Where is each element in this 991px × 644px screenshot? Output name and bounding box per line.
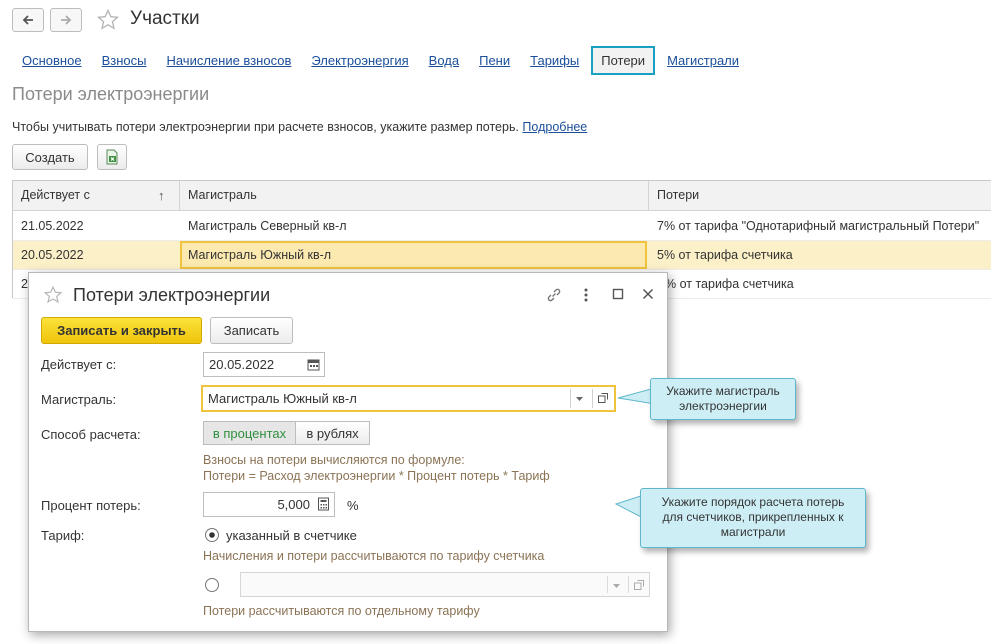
chevron-down-icon[interactable] [612, 581, 621, 590]
cell-line: Магистраль Северный кв-л [188, 219, 347, 233]
method-rub-toggle[interactable]: в рублях [296, 421, 370, 445]
percent-label: Процент потерь: [41, 498, 141, 513]
line-label: Магистраль: [41, 392, 117, 407]
cell-loss: 7% от тарифа "Однотарифный магистральный… [657, 219, 980, 233]
losses-dialog: Потери электроэнергии Записать и закрыть… [28, 272, 668, 632]
field-divider [570, 389, 571, 408]
tariff-note-meter: Начисления и потери рассчитываются по та… [203, 549, 545, 563]
field-divider [628, 576, 629, 593]
tab-penalties[interactable]: Пени [479, 53, 510, 68]
radio-unselected-icon[interactable] [204, 577, 220, 593]
arrow-left-icon [22, 15, 33, 25]
table-header: Действует с ↑ Магистраль Потери [13, 181, 991, 211]
cell-loss: % от тарифа счетчика [665, 277, 794, 291]
sort-ascending-icon: ↑ [158, 188, 165, 203]
column-header-date[interactable]: Действует с [13, 181, 179, 210]
table-row-selected[interactable]: 20.05.2022 Магистраль Южный кв-л 5% от т… [13, 241, 991, 270]
forward-button[interactable] [50, 8, 82, 32]
tab-fee-accrual[interactable]: Начисление взносов [166, 53, 291, 68]
arrow-right-icon [61, 15, 72, 25]
tab-losses[interactable]: Потери [591, 45, 656, 75]
hint-text: Чтобы учитывать потери электроэнергии пр… [12, 120, 519, 134]
callout-line-hint: Укажите магистраль электроэнергии [650, 378, 796, 420]
open-icon[interactable] [633, 579, 645, 591]
percent-value: 5,000 [277, 497, 310, 512]
save-and-close-button[interactable]: Записать и закрыть [41, 317, 202, 344]
open-icon[interactable] [597, 392, 609, 404]
radio-selected-icon[interactable] [204, 527, 220, 543]
tab-lines[interactable]: Магистрали [667, 53, 739, 68]
export-button[interactable] [97, 144, 127, 170]
tab-fees[interactable]: Взносы [102, 53, 147, 68]
formula-note: Взносы на потери вычисляются по формуле: [203, 453, 465, 467]
star-icon[interactable] [96, 8, 120, 32]
create-button[interactable]: Создать [12, 144, 88, 170]
excel-file-icon [106, 149, 118, 165]
date-label: Действует с: [41, 357, 117, 372]
table-row[interactable]: 21.05.2022 Магистраль Северный кв-л 7% о… [13, 212, 991, 241]
field-divider [592, 389, 593, 408]
field-divider [607, 576, 608, 593]
back-button[interactable] [12, 8, 44, 32]
tab-water[interactable]: Вода [429, 53, 459, 68]
cell-date: 21.05.2022 [21, 219, 84, 233]
calendar-icon[interactable] [307, 358, 320, 371]
separate-tariff-field[interactable] [240, 572, 650, 597]
tab-tariffs[interactable]: Тарифы [530, 53, 579, 68]
tariff-label: Тариф: [41, 528, 85, 543]
cell-loss: 5% от тарифа счетчика [657, 248, 793, 262]
percent-unit: % [347, 498, 359, 513]
page-title: Участки [130, 8, 200, 29]
maximize-icon[interactable] [611, 287, 625, 301]
line-value: Магистраль Южный кв-л [208, 391, 357, 406]
save-button[interactable]: Записать [210, 317, 293, 344]
close-icon[interactable] [641, 287, 655, 301]
link-icon[interactable] [545, 286, 563, 304]
formula-text: Потери = Расход электроэнергии * Процент… [203, 469, 550, 483]
more-options-icon[interactable] [579, 286, 593, 304]
method-percent-toggle[interactable]: в процентах [203, 421, 296, 445]
method-label: Способ расчета: [41, 427, 141, 442]
section-title: Потери электроэнергии [12, 84, 210, 104]
dialog-title: Потери электроэнергии [73, 285, 271, 305]
column-header-line[interactable]: Магистраль [180, 181, 647, 210]
date-value: 20.05.2022 [209, 357, 275, 372]
chevron-down-icon[interactable] [575, 394, 584, 403]
column-header-loss[interactable]: Потери [649, 181, 991, 210]
percent-field[interactable]: 5,000 [203, 492, 335, 517]
cell-date: 20.05.2022 [21, 248, 84, 262]
callout-tariff-hint: Укажите порядок расчета потерь для счетч… [640, 488, 866, 548]
cell-line: Магистраль Южный кв-л [188, 248, 332, 262]
line-field[interactable]: Магистраль Южный кв-л [201, 385, 616, 412]
tab-electricity[interactable]: Электроэнергия [311, 53, 408, 68]
tariff-note-separate: Потери рассчитываются по отдельному тари… [203, 604, 480, 618]
tab-bar: Основное Взносы Начисление взносов Элект… [12, 45, 749, 75]
more-link[interactable]: Подробнее [522, 120, 587, 134]
section-hint: Чтобы учитывать потери электроэнергии пр… [12, 120, 587, 134]
tab-basic[interactable]: Основное [22, 53, 82, 68]
star-icon[interactable] [43, 285, 63, 305]
tariff-option-meter[interactable]: указанный в счетчике [226, 528, 357, 543]
calculator-icon[interactable] [317, 497, 330, 511]
